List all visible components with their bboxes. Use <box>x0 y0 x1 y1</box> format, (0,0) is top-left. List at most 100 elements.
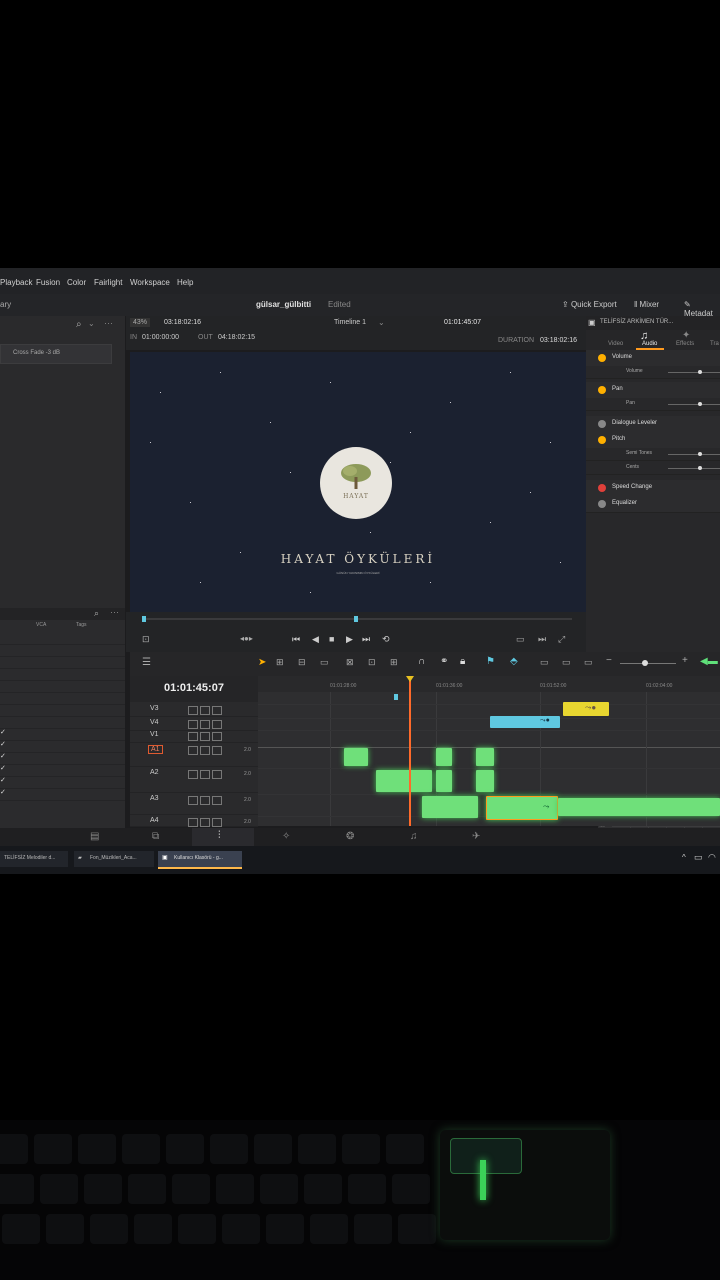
param-slider[interactable] <box>668 468 720 469</box>
go-to-start-icon[interactable]: ⏮ <box>292 634 300 645</box>
fullscreen-icon[interactable]: ⤢ <box>558 634 565 645</box>
search-icon[interactable]: ⌕ <box>76 319 82 330</box>
media-page-icon[interactable]: ▤ <box>90 831 99 842</box>
toggle-icon[interactable] <box>212 796 222 805</box>
stop-icon[interactable]: ■ <box>329 634 334 644</box>
toggle-icon[interactable] <box>212 818 222 827</box>
playhead-line[interactable] <box>409 676 411 826</box>
inspector-section[interactable]: Volume <box>586 350 720 367</box>
flag-icon[interactable]: ⚑ <box>486 656 495 667</box>
next-edit-icon[interactable]: ⏭ <box>538 634 546 645</box>
audio-clip[interactable] <box>558 798 720 816</box>
zoom-detail-icon[interactable]: ▭ <box>562 657 571 668</box>
selection-tool-icon[interactable]: ➤ <box>258 657 266 668</box>
inspector-param[interactable]: Semi Tones <box>586 448 720 461</box>
menu-fusion[interactable]: Fusion <box>36 278 60 287</box>
enable-toggle[interactable] <box>598 500 606 508</box>
mixer-button[interactable]: ‖ Mixer <box>634 300 659 309</box>
lock-icon[interactable] <box>188 706 198 715</box>
zoom-slider-handle[interactable] <box>642 660 648 666</box>
tab-transition[interactable]: Tra <box>710 341 719 347</box>
video-clip-fx[interactable]: ⤳● <box>563 702 609 716</box>
taskbar-item[interactable]: TELİFSİZ Melodiler d... <box>0 851 68 867</box>
track-header[interactable]: A1 2.0 <box>130 744 258 767</box>
taskbar-item-active[interactable]: ▣ Kullanıcı Klasörü - g... <box>158 851 242 869</box>
inspector-section[interactable]: Equalizer <box>586 496 720 513</box>
blade-tool-icon[interactable]: ▭ <box>320 657 329 668</box>
more-options-icon[interactable]: ··· <box>104 318 113 328</box>
audio-meter-icon[interactable]: ◀▬ <box>700 656 718 667</box>
inspector-section[interactable]: Dialogue Leveler <box>586 416 720 433</box>
go-to-end-icon[interactable]: ⏭ <box>362 634 370 645</box>
trim-tool-icon[interactable]: ⊞ <box>276 657 284 668</box>
zoom-in-icon[interactable]: + <box>682 655 688 666</box>
checkmark-icon[interactable]: ✓ <box>0 728 6 736</box>
scrubber-handle[interactable] <box>142 616 146 622</box>
marker-icon[interactable]: ⬘ <box>510 656 518 667</box>
param-slider[interactable] <box>668 404 720 405</box>
timeline-ruler[interactable]: 01:01:28:00 01:01:36:00 01:01:52:00 01:0… <box>258 676 720 692</box>
menu-help[interactable]: Help <box>177 278 193 287</box>
audio-clip[interactable] <box>344 748 368 766</box>
param-slider[interactable] <box>668 454 720 455</box>
inspector-section[interactable]: Speed Change <box>586 480 720 497</box>
param-slider-handle[interactable] <box>698 466 702 470</box>
column-tags[interactable]: Tags <box>76 622 87 628</box>
deliver-page-icon[interactable]: ✈ <box>472 831 480 842</box>
auto-select-icon[interactable] <box>200 746 210 755</box>
track-header[interactable]: V3 <box>130 704 258 717</box>
zoom-full-icon[interactable]: ▭ <box>540 657 549 668</box>
chevron-down-icon[interactable]: ⌄ <box>378 318 385 327</box>
track-header[interactable]: V1 <box>130 730 258 743</box>
lock-icon[interactable] <box>188 720 198 729</box>
zoom-out-icon[interactable]: − <box>606 655 612 666</box>
jog-icon[interactable]: ◂●▸ <box>240 634 253 643</box>
loop-icon[interactable]: ⟲ <box>382 634 390 645</box>
auto-select-icon[interactable] <box>200 796 210 805</box>
inspector-param[interactable]: Volume <box>586 366 720 379</box>
audio-clip[interactable] <box>436 748 452 766</box>
timeline-view-icon[interactable]: ☰ <box>142 657 151 668</box>
param-slider-handle[interactable] <box>698 370 702 374</box>
checkmark-icon[interactable]: ✓ <box>0 752 6 760</box>
play-icon[interactable]: ▶ <box>346 634 353 645</box>
lock-icon[interactable]: 🔒︎ <box>460 656 465 667</box>
lock-icon[interactable] <box>188 796 198 805</box>
viewer-options-icon[interactable]: ⊡ <box>142 634 150 645</box>
fairlight-page-icon[interactable]: ♫ <box>410 831 418 842</box>
toggle-icon[interactable] <box>212 720 222 729</box>
auto-select-icon[interactable] <box>200 770 210 779</box>
inspector-param[interactable]: Pan <box>586 398 720 411</box>
dynamic-trim-icon[interactable]: ⊟ <box>298 657 306 668</box>
play-reverse-icon[interactable]: ◀ <box>312 634 319 645</box>
track-header[interactable]: A4 2.0 <box>130 816 258 827</box>
lock-icon[interactable] <box>188 818 198 827</box>
timeline-marker[interactable] <box>394 694 398 700</box>
param-slider[interactable] <box>668 372 720 373</box>
audio-clip[interactable] <box>436 770 452 792</box>
menu-workspace[interactable]: Workspace <box>130 278 170 287</box>
toggle-icon[interactable] <box>212 732 222 741</box>
zoom-slider[interactable] <box>620 663 676 664</box>
menu-playback[interactable]: Playback <box>0 278 32 287</box>
auto-select-icon[interactable] <box>200 720 210 729</box>
audio-clip[interactable] <box>376 770 432 792</box>
enable-toggle[interactable] <box>598 386 606 394</box>
timeline-select[interactable]: Timeline 1 <box>334 319 366 326</box>
snapping-icon[interactable]: ∩ <box>418 656 425 667</box>
lock-icon[interactable] <box>188 770 198 779</box>
menu-color[interactable]: Color <box>67 278 86 287</box>
video-clip-title[interactable]: ⤳● <box>490 716 560 728</box>
track-header[interactable]: A3 2.0 <box>130 794 258 815</box>
toggle-icon[interactable] <box>212 746 222 755</box>
cut-page-icon[interactable]: ⧉ <box>152 831 159 842</box>
tab-audio[interactable]: Audio <box>642 341 657 347</box>
lock-icon[interactable] <box>188 746 198 755</box>
enable-toggle[interactable] <box>598 436 606 444</box>
audio-clip[interactable] <box>476 770 494 792</box>
enable-toggle[interactable] <box>598 354 606 362</box>
link-icon[interactable]: ⚭ <box>440 656 448 667</box>
audio-clip-selected[interactable]: ⤳ <box>486 796 558 820</box>
tab-video[interactable]: Video <box>608 341 623 347</box>
inspector-section[interactable]: Pan <box>586 382 720 399</box>
